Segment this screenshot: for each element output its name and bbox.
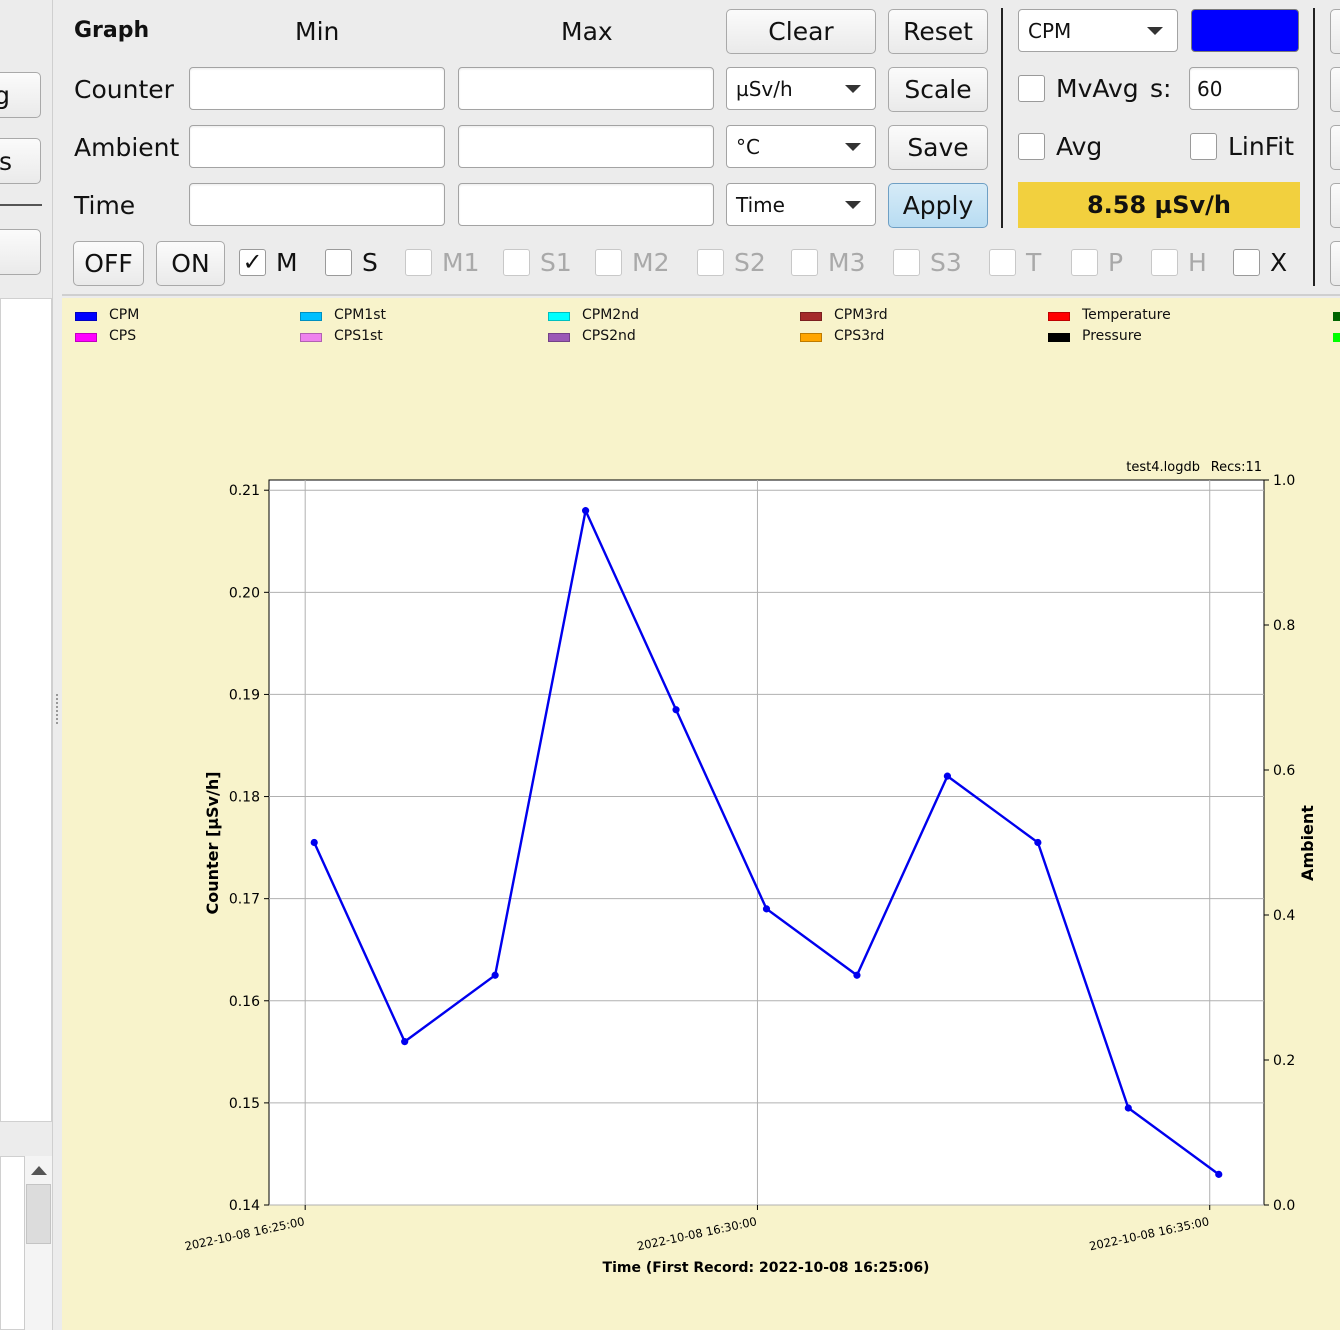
- data-point: [310, 838, 318, 847]
- y-tick-label: 0.18: [229, 790, 260, 806]
- data-point: [672, 706, 680, 714]
- y-tick-label: 0.16: [229, 994, 260, 1010]
- data-point: [1215, 1170, 1223, 1178]
- y-right-tick-label: 1.0: [1273, 473, 1295, 489]
- y-right-tick-label: 0.6: [1273, 763, 1295, 779]
- y-right-tick-label: 0.4: [1273, 908, 1295, 924]
- y-tick-label: 0.17: [229, 892, 260, 908]
- y-tick-label: 0.20: [229, 585, 260, 601]
- y-axis-label: Counter [µSv/h]: [203, 771, 222, 914]
- data-point: [1034, 838, 1042, 847]
- data-point: [762, 905, 771, 913]
- data-point: [853, 971, 861, 979]
- data-point: [943, 772, 952, 780]
- x-axis-label: Time (First Record: 2022-10-08 16:25:06): [603, 1260, 930, 1276]
- x-tick-label: 2022-10-08 16:30:00: [636, 1214, 758, 1253]
- x-tick-label: 2022-10-08 16:25:00: [183, 1214, 305, 1253]
- y-tick-label: 0.14: [229, 1198, 260, 1214]
- data-point: [581, 507, 590, 515]
- y-tick-label: 0.19: [229, 687, 260, 703]
- recs-label: Recs:11: [1211, 460, 1262, 475]
- y-axis-right-label: Ambient: [1298, 805, 1317, 881]
- data-point: [491, 971, 499, 979]
- y-right-tick-label: 0.8: [1273, 618, 1295, 634]
- y-tick-label: 0.21: [229, 483, 260, 499]
- plot-area: [268, 479, 1265, 1206]
- file-label: test4.logdb: [1126, 460, 1200, 475]
- y-right-tick-label: 0.2: [1273, 1053, 1295, 1069]
- data-point: [1124, 1104, 1132, 1112]
- y-right-tick-label: 0.0: [1273, 1198, 1295, 1214]
- y-tick-label: 0.15: [229, 1096, 260, 1112]
- counter-chart: 0.14 0.15 0.16 0.17 0.18 0.19 0.20 0.21 0.0 0.2 0…: [183, 460, 1317, 1276]
- x-tick-label: 2022-10-08 16:35:00: [1088, 1214, 1210, 1253]
- data-point: [401, 1038, 409, 1046]
